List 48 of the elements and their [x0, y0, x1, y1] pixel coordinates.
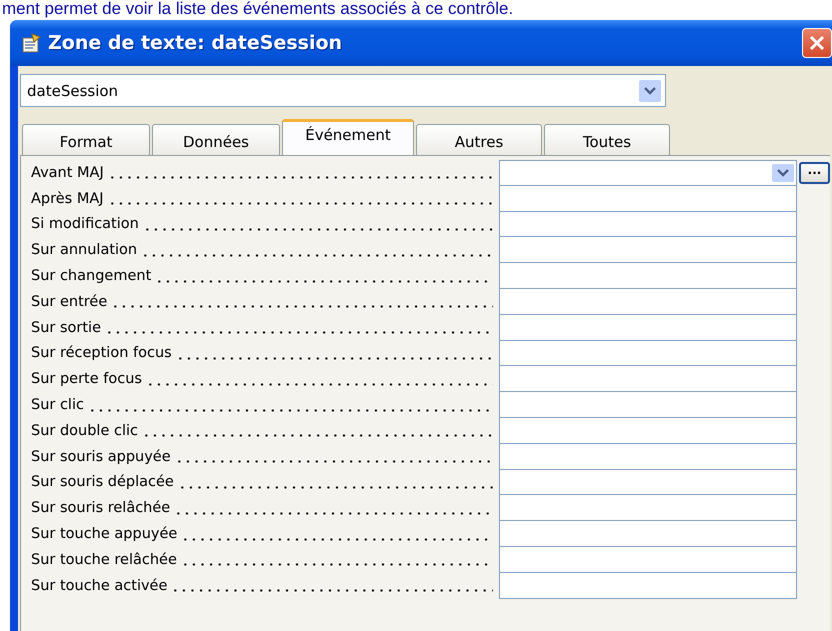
tab[interactable]: Événement	[282, 119, 414, 155]
tab[interactable]: Toutes	[544, 124, 670, 155]
property-label: Sur perte focus	[31, 371, 142, 388]
property-label: Sur touche relâchée	[31, 552, 177, 568]
property-value-field[interactable]	[499, 212, 797, 238]
property-label: Sur clic	[31, 397, 84, 414]
property-label: Sur souris déplacée	[31, 474, 174, 490]
builder-button[interactable]: ...	[799, 162, 830, 184]
property-label: Sur souris appuyée	[31, 448, 171, 465]
property-label: Sur touche appuyée	[31, 526, 178, 542]
tab[interactable]: Format	[22, 124, 150, 155]
close-button[interactable]	[802, 28, 832, 58]
property-label: Sur réception focus	[31, 345, 172, 362]
caption-text: ment permet de voir la liste des événements associés à ce contrôle.	[1, 0, 514, 20]
tab[interactable]: Données	[152, 124, 280, 155]
property-value-field[interactable]	[499, 521, 797, 547]
chevron-down-icon	[777, 168, 789, 177]
window-title: Zone de texte: dateSession	[48, 32, 342, 54]
property-label: Sur sortie	[31, 320, 101, 336]
object-selector[interactable]: dateSession	[20, 74, 666, 107]
properties-icon	[22, 33, 42, 53]
property-label: Sur souris relâchée	[31, 500, 170, 516]
tab[interactable]: Autres	[416, 124, 542, 155]
property-value-field[interactable]	[499, 392, 797, 418]
property-label: Sur changement	[31, 268, 152, 284]
property-value-field[interactable]	[499, 444, 797, 470]
property-value-field[interactable]	[499, 495, 797, 522]
property-value-field[interactable]	[499, 340, 797, 366]
property-label: Après MAJ	[31, 190, 104, 207]
property-value-field[interactable]	[499, 366, 797, 392]
chevron-down-icon	[644, 86, 656, 94]
property-value-field[interactable]	[499, 314, 797, 341]
close-icon	[808, 34, 826, 52]
property-value-field[interactable]	[499, 470, 797, 496]
property-label: Avant MAJ	[31, 164, 104, 181]
property-value-field[interactable]	[499, 288, 797, 315]
property-value-field[interactable]	[499, 160, 797, 186]
property-label: Sur touche activée	[31, 578, 168, 594]
property-value-field[interactable]	[499, 546, 797, 573]
property-label: Sur double clic	[31, 422, 138, 439]
property-value-field[interactable]	[499, 572, 797, 599]
property-label: Si modification	[31, 216, 139, 232]
property-value-field[interactable]	[499, 418, 797, 444]
property-value-field[interactable]	[499, 237, 797, 264]
property-value-field[interactable]	[499, 263, 797, 289]
property-label: Sur entrée	[31, 294, 108, 310]
property-label: Sur annulation	[31, 242, 138, 258]
property-value-field[interactable]	[499, 186, 797, 212]
